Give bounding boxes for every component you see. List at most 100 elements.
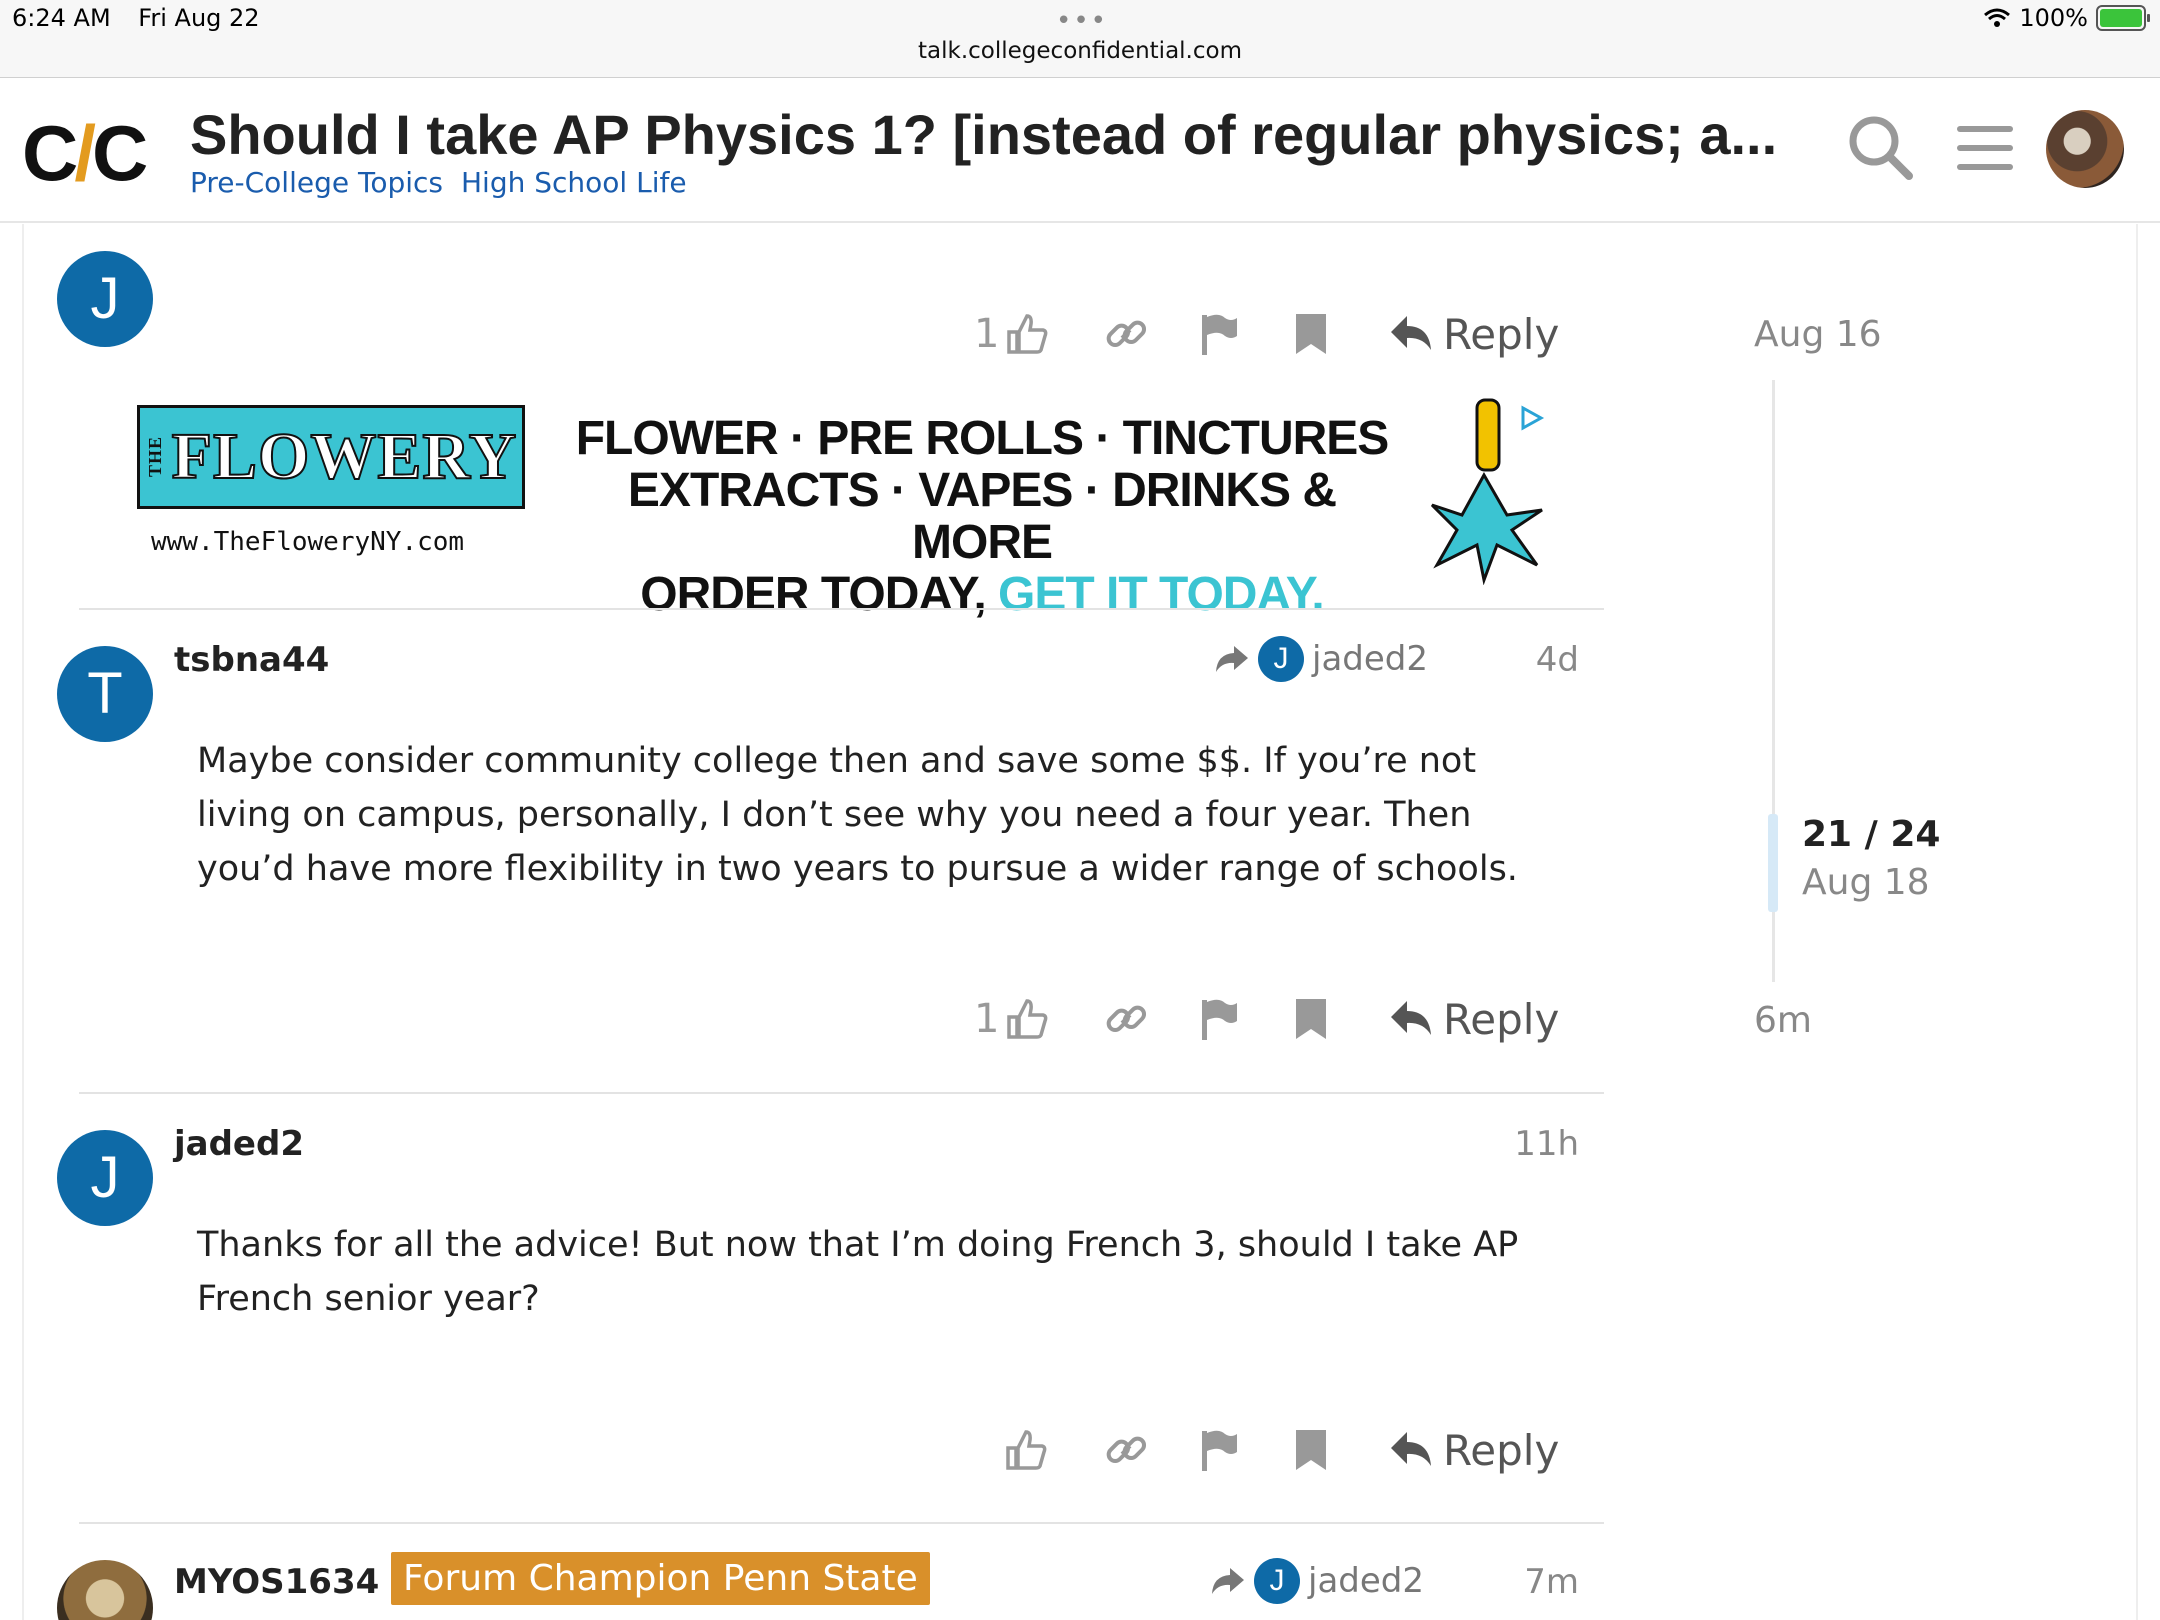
reply-button[interactable]: Reply — [1389, 989, 1559, 1049]
copy-link-button[interactable] — [1104, 1420, 1148, 1480]
ad-choices-icon[interactable] — [1519, 405, 1545, 431]
timeline-position-date: Aug 18 — [1802, 862, 1930, 903]
like-button[interactable]: 1 — [974, 304, 1049, 364]
post-divider — [79, 608, 1604, 610]
like-button[interactable] — [1004, 1420, 1048, 1480]
timeline-end-date[interactable]: 6m — [1754, 1000, 1812, 1041]
topic-page: J 1 Reply THE FLOWERY www.TheFloweryNY.c… — [22, 224, 2138, 1620]
flag-icon — [1202, 999, 1237, 1040]
flag-button[interactable] — [1199, 989, 1239, 1049]
wifi-icon — [1984, 8, 2011, 27]
logo-slash: / — [74, 109, 96, 197]
current-user-avatar[interactable] — [2046, 110, 2124, 188]
flag-icon — [1202, 314, 1237, 355]
category-link-high-school-life[interactable]: High School Life — [461, 166, 687, 199]
status-bar: 6:24 AM Fri Aug 22 ••• talk.collegeconfi… — [0, 0, 2160, 78]
link-icon — [1106, 1436, 1147, 1464]
thumbs-up-icon — [1007, 999, 1048, 1039]
status-time: 6:24 AM — [12, 4, 111, 32]
topic-categories: Pre-College Topics High School Life — [190, 166, 687, 199]
post-avatar[interactable] — [57, 1560, 153, 1620]
reply-arrow-icon — [1391, 316, 1431, 350]
reply-to-indicator[interactable]: J jaded2 — [1214, 636, 1428, 682]
ad-logo-small: THE — [144, 436, 165, 478]
post-date[interactable]: 7m — [1459, 1562, 1579, 1602]
hamburger-menu-icon[interactable] — [1955, 118, 2015, 178]
bookmark-icon — [1296, 314, 1326, 354]
post-actions: 1 Reply — [974, 304, 1594, 364]
reply-button[interactable]: Reply — [1389, 1420, 1559, 1480]
reply-label: Reply — [1443, 1425, 1560, 1475]
share-arrow-icon — [1216, 646, 1248, 672]
post-divider — [79, 1522, 1604, 1524]
like-count: 1 — [974, 311, 1000, 357]
battery-percent: 100% — [2019, 4, 2088, 32]
timeline-scroll-handle[interactable] — [1768, 814, 1778, 912]
reply-to-avatar: J — [1254, 1558, 1300, 1604]
post-actions: 1 Reply — [974, 989, 1594, 1049]
status-date: Fri Aug 22 — [138, 4, 260, 32]
post-divider — [79, 1092, 1604, 1094]
reply-to-indicator[interactable]: J jaded2 — [1210, 1558, 1424, 1604]
ad-url: www.TheFloweryNY.com — [151, 527, 465, 557]
bookmark-button[interactable] — [1294, 304, 1328, 364]
search-icon[interactable] — [1845, 112, 1915, 182]
post-username[interactable]: MYOS1634 — [174, 1562, 379, 1602]
site-header: C/C Should I take AP Physics 1? [instead… — [0, 78, 2160, 223]
post-avatar[interactable]: J — [57, 1130, 153, 1226]
battery-icon — [2096, 5, 2150, 31]
ad-line-3: ORDER TODAY, GET IT TODAY. — [557, 569, 1407, 621]
thumbs-up-icon — [1007, 314, 1048, 354]
post-username[interactable]: tsbna44 — [174, 640, 329, 680]
category-link-pre-college[interactable]: Pre-College Topics — [190, 166, 443, 199]
timeline-start-date[interactable]: Aug 16 — [1754, 314, 1882, 355]
bookmark-button[interactable] — [1294, 1420, 1328, 1480]
bookmark-icon — [1296, 999, 1326, 1039]
reply-to-username: jaded2 — [1312, 639, 1428, 679]
browser-dots-handle[interactable]: ••• — [1056, 6, 1108, 36]
link-icon — [1106, 320, 1147, 348]
reply-label: Reply — [1443, 994, 1560, 1044]
bookmark-icon — [1296, 1430, 1326, 1470]
post-body: Thanks for all the advice! But now that … — [197, 1225, 1519, 1319]
address-bar-url[interactable]: talk.collegeconfidential.com — [0, 38, 2160, 64]
post-date[interactable]: 11h — [1459, 1124, 1579, 1164]
ad-logo-text: FLOWERY — [171, 419, 518, 494]
copy-link-button[interactable] — [1104, 989, 1148, 1049]
flag-icon — [1202, 1430, 1237, 1471]
reply-arrow-icon — [1391, 1001, 1431, 1035]
copy-link-button[interactable] — [1104, 304, 1148, 364]
ad-copy: FLOWER · PRE ROLLS · TINCTURES EXTRACTS … — [557, 413, 1407, 621]
logo-c1: C — [22, 109, 78, 197]
bookmark-button[interactable] — [1294, 989, 1328, 1049]
like-count: 1 — [974, 996, 1000, 1042]
post-date[interactable]: 4d — [1459, 640, 1579, 680]
post-username[interactable]: jaded2 — [174, 1124, 304, 1164]
post-body: Maybe consider community college then an… — [197, 741, 1518, 889]
post-avatar[interactable]: J — [57, 251, 153, 347]
status-right: 100% — [1983, 4, 2150, 32]
ad-line-1: FLOWER · PRE ROLLS · TINCTURES — [575, 412, 1390, 465]
reply-to-avatar: J — [1258, 636, 1304, 682]
reply-button[interactable]: Reply — [1389, 304, 1559, 364]
post-actions: Reply — [974, 1420, 1594, 1480]
user-flair-badge: Forum Champion Penn State — [391, 1552, 930, 1605]
advertisement-banner[interactable]: THE FLOWERY www.TheFloweryNY.com FLOWER … — [137, 398, 1557, 621]
thumbs-up-icon — [1006, 1430, 1047, 1470]
ad-line-3b: GET IT TODAY. — [998, 568, 1325, 621]
post-avatar[interactable]: T — [57, 646, 153, 742]
flag-button[interactable] — [1199, 1420, 1239, 1480]
topic-title[interactable]: Should I take AP Physics 1? [instead of … — [190, 102, 1777, 167]
reply-label: Reply — [1443, 309, 1560, 359]
like-button[interactable]: 1 — [974, 989, 1049, 1049]
flag-button[interactable] — [1199, 304, 1239, 364]
link-icon — [1106, 1005, 1147, 1033]
share-arrow-icon — [1212, 1568, 1244, 1594]
status-time-date: 6:24 AM Fri Aug 22 — [12, 4, 280, 32]
ad-line-3a: ORDER TODAY, — [640, 568, 986, 621]
reply-arrow-icon — [1391, 1432, 1431, 1466]
site-logo[interactable]: C/C — [22, 114, 148, 192]
ad-logo: THE FLOWERY — [137, 405, 525, 509]
ad-line-2: EXTRACTS · VAPES · DRINKS & MORE — [627, 464, 1337, 569]
timeline-position: 21 / 24 — [1802, 814, 1941, 855]
